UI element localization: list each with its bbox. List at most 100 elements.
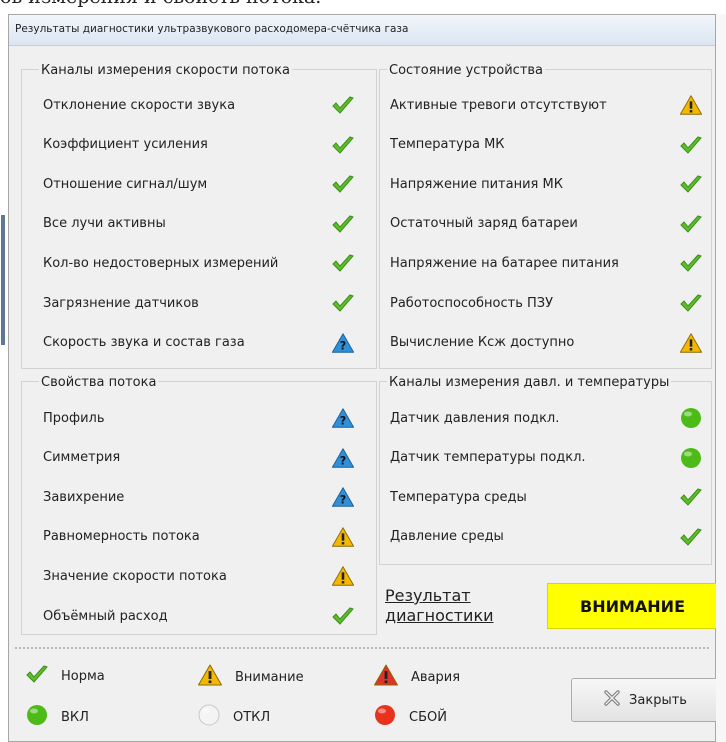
status-row-label: Напряжение питания МК [390,176,563,192]
status-row: Загрязнение датчиков [43,291,199,315]
check-icon [679,525,703,549]
group-flow-channels-title: Каналы измерения скорости потока [39,63,292,78]
document-caption: ов измерения и свойств потока. [0,0,726,8]
legend-label: СБОЙ [409,709,447,725]
status-row-label: Кол-во недостоверных измерений [43,255,279,271]
close-button[interactable]: Закрыть [571,678,719,722]
diagnostics-window: Результаты диагностики ультразвукового р… [1,14,719,742]
status-row: Остаточный заряд батареи [390,212,578,236]
status-row: Отклонение скорости звука [43,93,235,117]
legend-item: Внимание [197,663,304,691]
status-row: Напряжение питания МК [390,172,563,196]
status-row: Коэффициент усиления [43,133,208,157]
status-row: Симметрия [43,446,120,470]
legend-item: Норма [25,663,105,689]
diagnostics-result-label: Результат диагностики [385,586,494,625]
white-dot-icon [197,703,221,731]
status-row: Температура МК [390,133,505,157]
status-row: Равномерность потока [43,525,200,549]
close-icon [603,689,621,711]
warning-icon [679,331,703,355]
status-row: Профиль [43,406,105,430]
legend-label: ОТКЛ [233,709,271,725]
status-row-label: Объёмный расход [43,608,168,624]
status-row-label: Отклонение скорости звука [43,97,236,113]
check-icon [679,485,703,509]
check-icon [679,133,703,157]
warning-icon [331,564,355,588]
group-pressure-temperature-title: Каналы измерения давл. и температуры [387,375,672,390]
group-flow-properties-title: Свойства потока [39,375,159,390]
check-icon [331,291,355,315]
status-row-label: Загрязнение датчиков [43,295,199,311]
status-row: Датчик температуры подкл. [390,446,586,470]
legend-separator [15,647,709,652]
svg-text:?: ? [340,339,346,352]
status-row-label: Равномерность потока [43,529,200,545]
status-row-label: Остаточный заряд батареи [390,216,578,232]
status-row: Работоспособность ПЗУ [390,291,553,315]
alarm-icon [373,663,399,691]
status-row: Кол-во недостоверных измерений [43,251,278,275]
diagnostics-result-link[interactable]: Результат диагностики [385,586,505,626]
status-row-label: Значение скорости потока [43,568,227,584]
legend-item: СБОЙ [373,703,447,731]
legend-label: Внимание [235,669,304,685]
check-icon [679,212,703,236]
legend-item: ВКЛ [25,703,89,731]
green-dot-icon [679,406,703,430]
question-icon: ? [331,485,355,509]
status-row: Значение скорости потока [43,564,227,588]
status-row-label: Вычисление Ксж доступно [390,335,575,351]
check-icon [331,212,355,236]
check-icon [331,251,355,275]
status-row: Скорость звука и состав газа [43,331,245,355]
status-row-label: Температура МК [390,137,505,153]
question-icon: ? [331,446,355,470]
window-edge [716,14,726,742]
question-icon: ? [331,331,355,355]
warning-icon [331,525,355,549]
status-row: Напряжение на батарее питания [390,251,619,275]
red-dot-icon [373,703,397,731]
title-bar: Результаты диагностики ультразвукового р… [9,15,715,46]
legend-item: Авария [373,663,460,691]
status-row: Давление среды [390,525,504,549]
status-row-label: Завихрение [43,489,125,505]
status-row-label: Работоспособность ПЗУ [390,295,554,311]
status-row-label: Активные тревоги отсутствуют [390,97,607,113]
legend-item: ОТКЛ [197,703,270,731]
check-icon [679,172,703,196]
status-row-label: Напряжение на батарее питания [390,255,619,271]
window-title: Результаты диагностики ультразвукового р… [15,23,409,35]
legend-label: Авария [411,669,461,685]
status-row: Объёмный расход [43,604,168,628]
status-row: Отношение сигнал/шум [43,172,207,196]
status-row-label: Симметрия [43,450,121,466]
status-row-label: Отношение сигнал/шум [43,176,208,192]
status-row-label: Датчик температуры подкл. [390,450,586,466]
check-icon [679,291,703,315]
status-row-label: Температура среды [390,489,527,505]
group-device-state-title: Состояние устройства [387,63,546,78]
legend-label: Норма [61,668,105,684]
legend-label: ВКЛ [61,709,89,725]
svg-text:?: ? [340,454,346,467]
status-row-label: Коэффициент усиления [43,137,208,153]
warning-icon [197,663,223,691]
status-row: Датчик давления подкл. [390,406,559,430]
question-icon: ? [331,406,355,430]
green-dot-icon [679,446,703,470]
check-icon [331,604,355,628]
status-row: Вычисление Ксж доступно [390,331,574,355]
diagnostics-result-badge: ВНИМАНИЕ [547,583,718,629]
svg-text:?: ? [340,494,346,507]
check-icon [25,663,49,689]
status-row: Активные тревоги отсутствуют [390,93,607,117]
status-row-label: Все лучи активны [43,216,166,232]
status-row-label: Скорость звука и состав газа [43,335,245,351]
status-row: Завихрение [43,485,124,509]
status-row-label: Профиль [43,410,105,426]
status-row-label: Давление среды [390,529,504,545]
check-icon [679,251,703,275]
